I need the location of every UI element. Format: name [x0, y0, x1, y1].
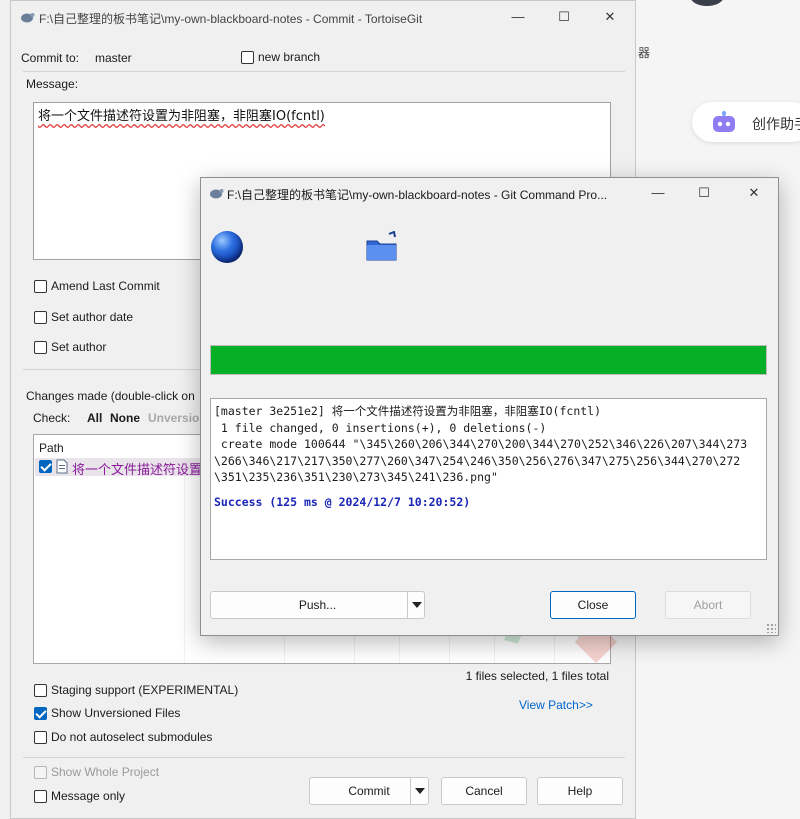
- no-autoselect-checkbox[interactable]: Do not autoselect submodules: [34, 730, 212, 744]
- minimize-button[interactable]: —: [635, 177, 681, 209]
- message-text: 将一个文件描述符设置为非阻塞，非阻塞IO(fcntl): [38, 109, 325, 124]
- push-dropdown-arrow[interactable]: [407, 592, 426, 618]
- help-button[interactable]: Help: [537, 777, 623, 805]
- message-only-checkbox[interactable]: Message only: [34, 789, 125, 803]
- staging-label: Staging support (EXPERIMENTAL): [51, 683, 239, 697]
- show-unversioned-label: Show Unversioned Files: [51, 706, 181, 720]
- git-progress-dialog: F:\自己整理的板书笔记\my-own-blackboard-notes - G…: [200, 177, 779, 636]
- view-patch-link[interactable]: View Patch>>: [519, 698, 593, 712]
- files-status: 1 files selected, 1 files total: [465, 669, 609, 683]
- log-line: [master 3e251e2] 将一个文件描述符设置为非阻塞，非阻塞IO(fc…: [214, 404, 602, 418]
- log-line: \351\235\236\351\230\273\345\241\236.png…: [214, 470, 498, 484]
- commit-dropdown-arrow[interactable]: [410, 778, 429, 804]
- checkbox-box[interactable]: [34, 706, 47, 720]
- progress-fill: [211, 346, 766, 374]
- checkbox-box[interactable]: [34, 683, 47, 697]
- commit-to-label: Commit to:: [21, 51, 80, 65]
- checkbox-box[interactable]: [241, 50, 254, 64]
- progress-window-title: F:\自己整理的板书笔记\my-own-blackboard-notes - G…: [227, 188, 608, 202]
- close-window-button[interactable]: ✕: [587, 1, 633, 33]
- close-window-button[interactable]: ✕: [731, 177, 777, 209]
- amend-checkbox[interactable]: Amend Last Commit: [34, 279, 160, 293]
- message-label: Message:: [26, 77, 79, 91]
- commit-window-title: F:\自己整理的板书笔记\my-own-blackboard-notes - C…: [39, 12, 423, 26]
- resize-grip[interactable]: [766, 623, 776, 633]
- folder-icon: [366, 231, 397, 261]
- staging-checkbox[interactable]: Staging support (EXPERIMENTAL): [34, 683, 238, 697]
- background-side-text: 器: [638, 46, 651, 60]
- show-whole-project-checkbox: Show Whole Project: [34, 765, 159, 779]
- commit-button[interactable]: Commit: [309, 777, 429, 805]
- tortoise-icon: [210, 189, 224, 199]
- assist-label: 创作助手: [752, 116, 800, 132]
- cancel-button[interactable]: Cancel: [441, 777, 527, 805]
- checkbox-box[interactable]: [34, 279, 47, 293]
- background-left-edge: [0, 0, 10, 819]
- maximize-button[interactable]: ☐: [541, 1, 587, 33]
- checkbox-box: [34, 765, 47, 779]
- set-author-date-checkbox[interactable]: Set author date: [34, 310, 133, 324]
- set-author-label: Set author: [51, 340, 107, 354]
- command-output[interactable]: [master 3e251e2] 将一个文件描述符设置为非阻塞，非阻塞IO(fc…: [210, 398, 767, 560]
- push-button[interactable]: Push...: [210, 591, 425, 619]
- new-branch-checkbox[interactable]: new branch: [241, 50, 320, 64]
- success-message: Success (125 ms @ 2024/12/7 10:20:52): [214, 494, 471, 509]
- minimize-button[interactable]: —: [495, 1, 541, 33]
- new-branch-label: new branch: [258, 50, 321, 64]
- message-only-label: Message only: [51, 789, 126, 803]
- robot-icon: [713, 111, 735, 132]
- divider: [23, 71, 625, 72]
- checkbox-box[interactable]: [34, 340, 47, 354]
- checkbox-box[interactable]: [34, 789, 47, 803]
- set-author-checkbox[interactable]: Set author: [34, 340, 106, 354]
- changes-label: Changes made (double-click on: [26, 389, 195, 403]
- show-unversioned-checkbox[interactable]: Show Unversioned Files: [34, 706, 180, 720]
- path-column-header[interactable]: Path: [39, 441, 64, 455]
- commit-button-label: Commit: [348, 784, 390, 798]
- no-autoselect-label: Do not autoselect submodules: [51, 730, 213, 744]
- push-button-label: Push...: [298, 598, 337, 612]
- branch-name: master: [95, 51, 132, 65]
- set-author-date-label: Set author date: [51, 310, 134, 324]
- file-icon: [56, 459, 68, 474]
- check-none-link[interactable]: None: [110, 411, 140, 425]
- checkbox-box[interactable]: [34, 310, 47, 324]
- abort-button: Abort: [665, 591, 751, 619]
- tortoise-icon: [21, 13, 35, 23]
- divider: [23, 757, 625, 758]
- checkbox-box[interactable]: [34, 730, 47, 744]
- maximize-button[interactable]: ☐: [681, 177, 727, 209]
- amend-label: Amend Last Commit: [51, 279, 160, 293]
- globe-icon: [211, 231, 243, 263]
- log-line: create mode 100644 "\345\260\206\344\270…: [214, 437, 748, 451]
- file-path: 将一个文件描述符设置: [72, 462, 203, 477]
- close-button[interactable]: Close: [550, 591, 636, 619]
- file-checkbox[interactable]: [39, 460, 52, 473]
- show-whole-project-label: Show Whole Project: [51, 765, 160, 779]
- check-unversioned-link[interactable]: Unversio: [148, 411, 199, 425]
- check-label: Check:: [33, 411, 71, 425]
- log-line: 1 file changed, 0 insertions(+), 0 delet…: [214, 420, 547, 435]
- check-all-link[interactable]: All: [87, 411, 102, 425]
- progress-titlebar[interactable]: F:\自己整理的板书笔记\my-own-blackboard-notes - G…: [201, 178, 778, 210]
- log-line: \266\346\217\217\350\277\260\347\254\246…: [214, 453, 741, 468]
- progress-bar: [210, 345, 767, 375]
- commit-titlebar[interactable]: F:\自己整理的板书笔记\my-own-blackboard-notes - C…: [11, 1, 635, 33]
